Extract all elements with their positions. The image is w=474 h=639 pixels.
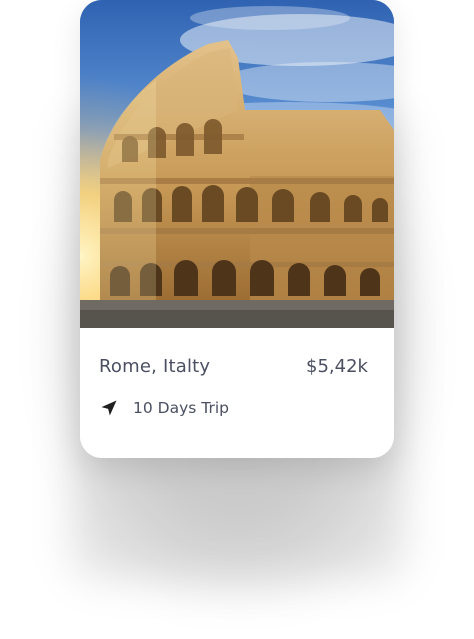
colosseum-illustration [80, 0, 394, 328]
trip-card[interactable]: Rome, Italty $5,42k 10 Days Trip [80, 0, 394, 458]
colosseum-photo [80, 0, 394, 328]
trip-price: $5,42k [306, 356, 368, 377]
trip-info: 10 Days Trip [99, 398, 229, 418]
navigation-arrow-icon [99, 398, 119, 418]
destination-title: Rome, Italty [99, 356, 211, 377]
trip-duration: 10 Days Trip [133, 399, 229, 417]
card-footer: Rome, Italty $5,42k 10 Days Trip [80, 328, 394, 458]
